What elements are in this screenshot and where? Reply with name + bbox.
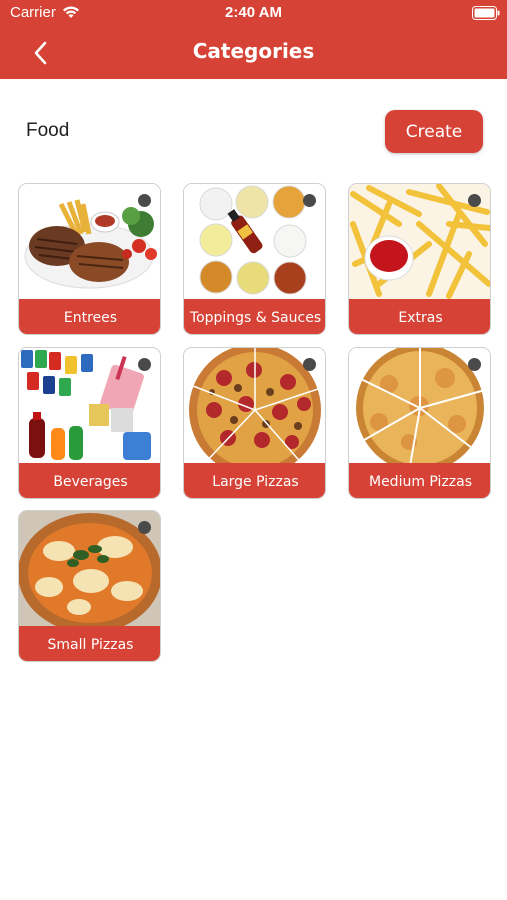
category-card-toppings-sauces[interactable]: Toppings & Sauces <box>183 183 326 335</box>
status-dot <box>468 194 481 207</box>
status-dot <box>138 358 151 371</box>
category-label: Medium Pizzas <box>349 463 490 498</box>
category-label: Extras <box>349 299 490 334</box>
category-label: Small Pizzas <box>19 626 160 661</box>
category-label: Toppings & Sauces <box>184 299 325 334</box>
status-dot <box>138 194 151 207</box>
status-bar: Carrier 2:40 AM <box>0 0 507 28</box>
status-dot <box>303 194 316 207</box>
category-card-large-pizzas[interactable]: Large Pizzas <box>183 347 326 499</box>
category-card-entrees[interactable]: Entrees <box>18 183 161 335</box>
category-card-small-pizzas[interactable]: Small Pizzas <box>18 510 161 662</box>
page-title: Categories <box>192 39 315 63</box>
status-dot <box>138 521 151 534</box>
category-label: Large Pizzas <box>184 463 325 498</box>
category-card-extras[interactable]: Extras <box>348 183 491 335</box>
status-time: 2:40 AM <box>225 4 282 21</box>
category-label: Beverages <box>19 463 160 498</box>
category-card-beverages[interactable]: Beverages <box>18 347 161 499</box>
status-dot <box>468 358 481 371</box>
section-title: Food <box>26 120 70 141</box>
status-dot <box>303 358 316 371</box>
category-label: Entrees <box>19 299 160 334</box>
battery-icon <box>472 6 500 20</box>
category-card-medium-pizzas[interactable]: Medium Pizzas <box>348 347 491 499</box>
app-header: Carrier 2:40 AM Categories <box>0 0 507 79</box>
create-button[interactable]: Create <box>385 110 483 153</box>
